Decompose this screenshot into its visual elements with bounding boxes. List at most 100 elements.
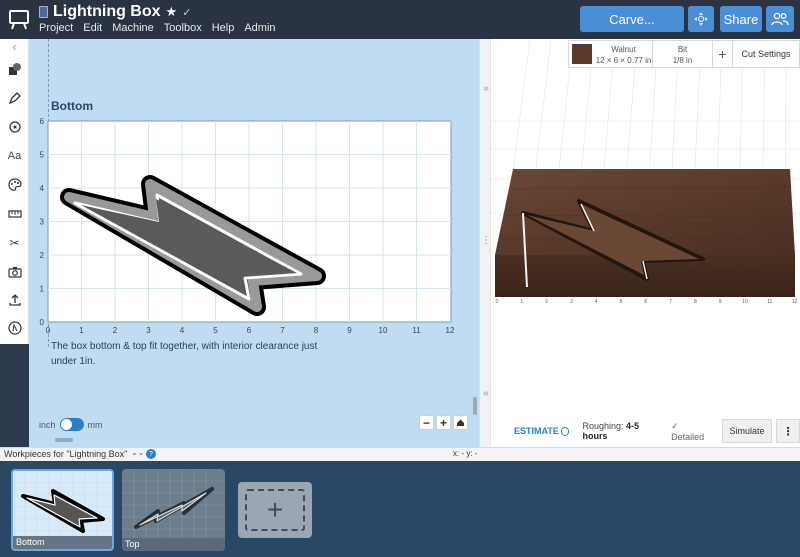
bit-value: 1/8 in xyxy=(672,56,693,65)
zoom-in-button[interactable]: + xyxy=(436,415,451,430)
zoom-out-button[interactable]: − xyxy=(419,415,434,430)
unit-switch[interactable] xyxy=(59,418,84,431)
unit-toggle[interactable]: inch mm xyxy=(39,418,103,431)
estimate-label[interactable]: ESTIMATE xyxy=(514,426,559,436)
unit-switch-knob xyxy=(60,419,72,430)
text-tool-icon[interactable]: Aa xyxy=(0,144,29,168)
design-canvas[interactable]: 0 1 2 3 4 5 6 7 8 9 10 11 12 0123456 xyxy=(29,109,479,339)
scissors-icon[interactable]: ✂ xyxy=(0,231,29,255)
expand-right-icon[interactable]: » xyxy=(481,83,491,94)
material-dimensions: 12 × 6 × 0.77 in xyxy=(595,56,652,65)
x-tick-label: 11 xyxy=(412,326,421,335)
add-bit-button[interactable]: + xyxy=(713,40,733,68)
x-tick-label: 3 xyxy=(146,326,151,335)
y-axis-labels: 0 1 2 3 4 5 6 xyxy=(40,117,45,327)
shapes-icon[interactable] xyxy=(0,57,29,81)
menu-toolbox[interactable]: Toolbox xyxy=(164,22,202,34)
roughing-label: Roughing: xyxy=(582,421,624,431)
vertical-scrollbar[interactable] xyxy=(473,397,477,415)
x-tick-label: 0 xyxy=(46,326,51,335)
top-bar: Lightning Box ★ ✓ Project Edit Machine T… xyxy=(0,0,800,39)
menu-admin[interactable]: Admin xyxy=(244,22,275,34)
users-icon xyxy=(771,12,789,26)
upload-icon[interactable] xyxy=(0,288,29,312)
share-button[interactable]: Share xyxy=(720,6,762,32)
crosshair-arrows-icon xyxy=(694,12,708,26)
3d-preview[interactable]: 0 1 2 3 4 5 6 7 8 9 10 11 12 xyxy=(491,39,800,415)
preview-tick-label: 0 xyxy=(496,299,499,305)
roughing-estimate: Roughing: 4-5 hours xyxy=(582,421,662,441)
apps-icon[interactable] xyxy=(0,316,29,340)
menu-bar: Project Edit Machine Toolbox Help Admin xyxy=(39,22,276,34)
y-tick-label: 4 xyxy=(40,184,45,193)
preview-tick-label: 12 xyxy=(792,299,798,305)
project-title[interactable]: Lightning Box xyxy=(53,3,161,21)
preview-tick-label: 4 xyxy=(595,299,598,305)
material-selector[interactable]: Walnut 12 × 6 × 0.77 in Bit 1/8 in xyxy=(568,40,713,68)
star-icon[interactable]: ★ xyxy=(166,4,178,20)
preview-tick-label: 7 xyxy=(669,299,672,305)
import-target-icon[interactable] xyxy=(0,115,29,139)
more-options-button[interactable]: ⋮ xyxy=(776,419,800,443)
design-toolbar: ‹ Aa ✂ xyxy=(0,39,29,344)
preview-tick-label: 5 xyxy=(620,299,623,305)
home-view-button[interactable] xyxy=(453,415,468,430)
design-canvas-pane[interactable]: Bottom 0 1 2 3 4 5 6 7 8 9 10 11 12 0123456 The box … xyxy=(29,39,479,447)
document-icon xyxy=(39,6,48,18)
y-tick-label: 6 xyxy=(40,117,45,126)
walnut-swatch xyxy=(572,44,592,64)
x-tick-label: 1 xyxy=(79,326,84,335)
preview-tick-label: 10 xyxy=(742,299,748,305)
x-tick-label: 7 xyxy=(280,326,285,335)
bit-selector[interactable]: Bit 1/8 in xyxy=(652,41,712,67)
x-tick-label: 9 xyxy=(347,326,352,335)
unit-mm-label: mm xyxy=(87,419,103,430)
menu-edit[interactable]: Edit xyxy=(83,22,102,34)
expand-left-icon[interactable]: « xyxy=(481,388,491,399)
easel-logo-icon[interactable] xyxy=(8,8,30,30)
menu-machine[interactable]: Machine xyxy=(112,22,154,34)
x-tick-label: 6 xyxy=(247,326,252,335)
x-tick-label: 2 xyxy=(113,326,118,335)
preview-tick-label: 3 xyxy=(570,299,573,305)
ruler-icon[interactable] xyxy=(0,202,29,226)
add-workpiece-button[interactable]: + xyxy=(238,482,312,538)
cursor-coordinates: x: - y: - xyxy=(453,449,478,458)
workpiece-card-top[interactable]: Top xyxy=(122,469,225,551)
workpieces-header: Workpieces for "Lightning Box" ⌄⌄ ? x: -… xyxy=(0,447,800,461)
machine-position-button[interactable] xyxy=(688,6,714,32)
zoom-controls: − + xyxy=(419,415,468,430)
y-tick-label: 2 xyxy=(40,251,45,260)
x-tick-label: 8 xyxy=(314,326,319,335)
camera-icon[interactable] xyxy=(0,260,29,284)
x-tick-label: 12 xyxy=(446,326,455,335)
carve-button[interactable]: Carve... xyxy=(580,6,684,32)
collapse-toolbar-icon[interactable]: ‹ xyxy=(0,39,29,55)
menu-help[interactable]: Help xyxy=(212,22,235,34)
y-tick-label: 3 xyxy=(40,218,45,227)
pen-icon[interactable] xyxy=(0,86,29,110)
workpieces-strip: Bottom Top + xyxy=(0,461,800,557)
unit-inch-label: inch xyxy=(39,419,56,430)
preview-tick-label: 8 xyxy=(694,299,697,305)
3d-preview-pane[interactable]: 0 1 2 3 4 5 6 7 8 9 10 11 12 Walnut 12 × 6 × 0.77 in… xyxy=(491,39,800,447)
preview-tick-label: 6 xyxy=(644,299,647,305)
material-name: Walnut xyxy=(611,45,636,54)
drag-handle-icon[interactable]: ⋮ xyxy=(481,235,491,246)
simulate-button[interactable]: Simulate xyxy=(721,419,773,443)
collaborators-button[interactable] xyxy=(766,6,794,32)
cut-settings-button[interactable]: Cut Settings xyxy=(733,40,800,68)
preview-tick-label: 2 xyxy=(545,299,548,305)
help-icon[interactable]: ? xyxy=(146,449,156,459)
preview-axis-labels: 0 1 2 3 4 5 6 7 8 9 10 11 12 xyxy=(496,299,798,305)
palette-icon[interactable] xyxy=(0,173,29,197)
workpiece-card-bottom[interactable]: Bottom xyxy=(11,469,114,551)
preview-tick-label: 11 xyxy=(767,299,772,305)
preview-tick-label: 9 xyxy=(719,299,722,305)
chevron-down-icon[interactable]: ⌄⌄ xyxy=(131,448,144,457)
check-icon: ✓ xyxy=(182,6,192,19)
horizontal-scrollbar[interactable] xyxy=(55,438,73,442)
menu-project[interactable]: Project xyxy=(39,22,73,34)
pane-splitter[interactable]: » ⋮ « xyxy=(479,39,491,447)
estimate-bar: ESTIMATE Roughing: 4-5 hours ✓ Detailed … xyxy=(491,415,800,447)
